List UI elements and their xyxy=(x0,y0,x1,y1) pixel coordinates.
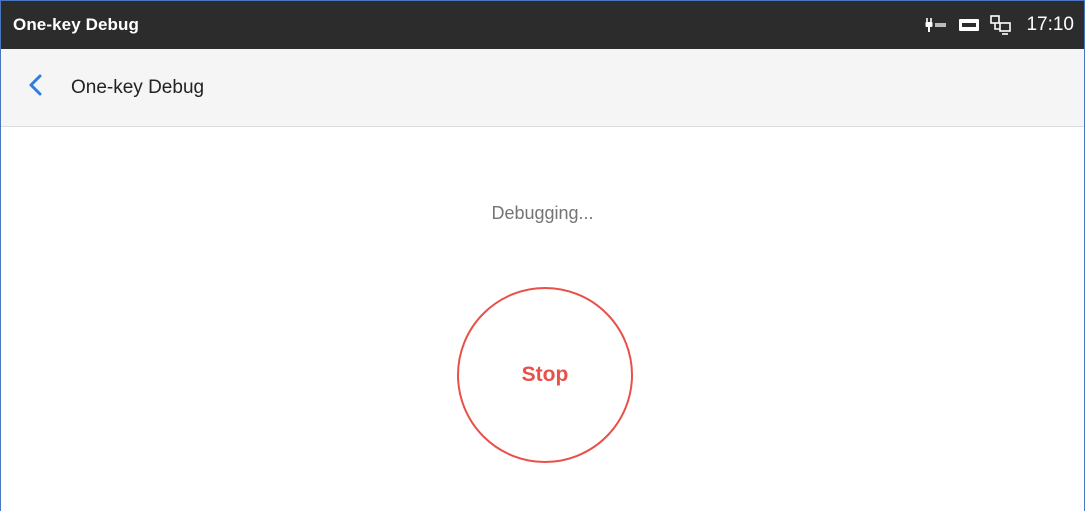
app-window: One-key Debug 17:10 One-key Debug Debugg… xyxy=(0,0,1085,511)
debug-status-text: Debugging... xyxy=(491,203,594,223)
status-icons: 17:10 xyxy=(924,14,1074,36)
status-bar-title: One-key Debug xyxy=(13,15,139,34)
network-icon xyxy=(990,15,1012,35)
stop-button[interactable]: Stop xyxy=(457,287,633,463)
stop-button-label: Stop xyxy=(521,363,569,386)
status-time: 17:10 xyxy=(1026,14,1074,35)
app-bar: One-key Debug xyxy=(1,49,1084,127)
ftp-icon xyxy=(958,17,980,33)
main-content: Debugging... Stop xyxy=(1,128,1084,511)
poe-power-icon xyxy=(924,16,948,34)
chevron-left-icon xyxy=(27,73,43,102)
page-title: One-key Debug xyxy=(71,76,205,98)
back-button[interactable] xyxy=(15,68,55,108)
status-bar: One-key Debug 17:10 xyxy=(1,1,1084,49)
